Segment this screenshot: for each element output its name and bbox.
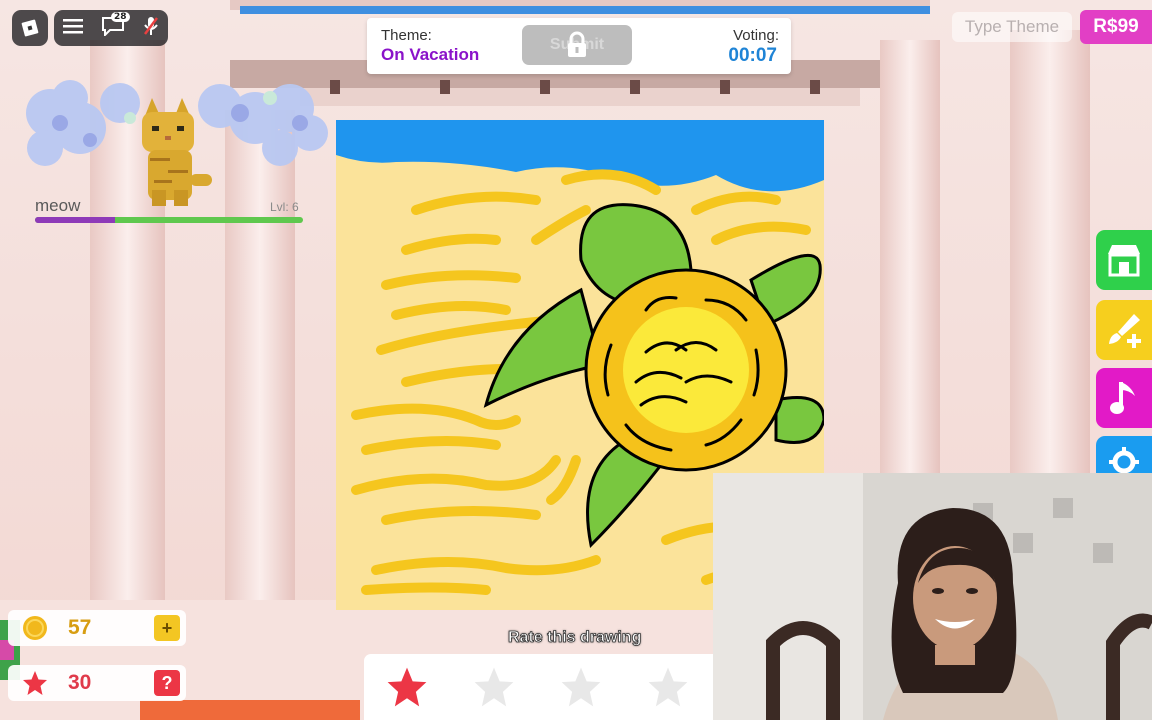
- robux-button[interactable]: R$99: [1080, 10, 1152, 44]
- microphone-button[interactable]: [143, 15, 159, 42]
- xp-bar: [35, 217, 303, 223]
- add-coins-button[interactable]: +: [154, 615, 180, 641]
- star-counter: 30 ?: [8, 665, 186, 701]
- paintbrush-plus-button[interactable]: [1096, 300, 1152, 360]
- rate-prompt: Rate this drawing: [508, 629, 642, 647]
- paintbrush-plus-icon: [1109, 314, 1141, 348]
- settings-button[interactable]: [1096, 436, 1152, 477]
- roblox-logo-icon: [21, 19, 39, 37]
- type-theme-input[interactable]: Type Theme: [952, 12, 1072, 42]
- rating-star-4[interactable]: [647, 666, 689, 708]
- music-note-icon: [1110, 382, 1135, 414]
- lock-icon: [568, 31, 586, 57]
- music-button[interactable]: [1096, 368, 1152, 428]
- webcam-overlay: [713, 473, 1152, 720]
- rating-star-1[interactable]: [386, 666, 428, 708]
- roblox-toolbar: 28: [54, 10, 168, 46]
- pet-name: meow: [35, 196, 81, 215]
- webcam-person: [713, 473, 1152, 720]
- submit-button[interactable]: Submit: [522, 25, 632, 65]
- rating-star-2[interactable]: [473, 666, 515, 708]
- pet-avatar: [26, 80, 328, 206]
- voting-label: Voting:: [733, 27, 779, 44]
- rating-bar: [364, 654, 724, 720]
- theme-value: On Vacation: [381, 45, 480, 64]
- theme-bar: Theme: On Vacation Submit Voting: 00:07: [367, 18, 791, 74]
- voting-timer: 00:07: [728, 45, 777, 66]
- shop-button[interactable]: [1096, 230, 1152, 290]
- xp-bar-fill: [35, 217, 116, 223]
- microphone-muted-icon: [144, 16, 158, 35]
- rating-star-3[interactable]: [560, 666, 602, 708]
- coin-count: 57: [68, 616, 92, 639]
- help-button[interactable]: ?: [154, 670, 180, 696]
- hamburger-menu-icon[interactable]: [63, 18, 83, 39]
- chat-button[interactable]: 28: [101, 11, 130, 41]
- theme-label: Theme:: [381, 27, 432, 44]
- coin-counter: 57 +: [8, 610, 186, 646]
- roblox-menu-button[interactable]: [12, 10, 48, 46]
- chat-count-badge: 28: [111, 11, 130, 22]
- shop-icon: [1108, 245, 1140, 277]
- pet-level: Lvl: 6: [270, 200, 299, 214]
- star-count: 30: [68, 671, 92, 694]
- star-icon: [23, 671, 47, 695]
- coin-icon: [23, 616, 47, 640]
